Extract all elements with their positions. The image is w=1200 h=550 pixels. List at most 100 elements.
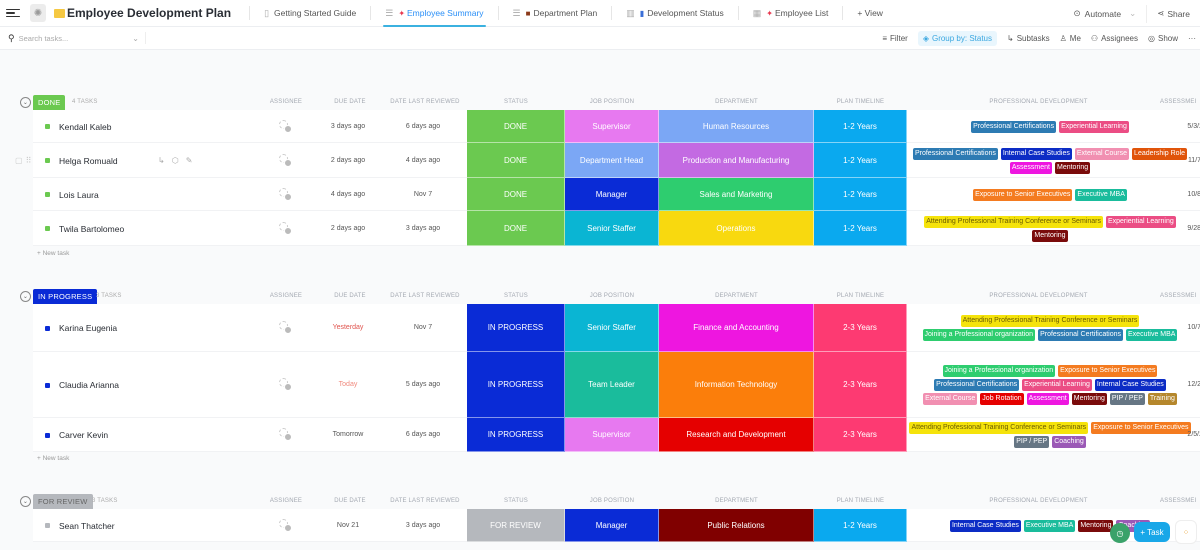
date-last-reviewed[interactable]: 3 days ago [398,225,448,232]
more-options-button[interactable]: ··· [1188,34,1196,43]
assignee-avatar[interactable] [279,518,293,533]
column-header-status[interactable]: STATUS [467,293,565,299]
column-header-plan-timeline[interactable]: PLAN TIMELINE [814,99,907,105]
status-square[interactable] [45,523,50,528]
plan-timeline-cell[interactable]: 1-2 Years [814,178,907,211]
pd-tag[interactable]: Assessment [1009,161,1052,174]
pd-tag[interactable]: Executive MBA [1075,188,1127,201]
department-cell[interactable]: Information Technology [659,352,814,418]
automate-button[interactable]: ⊙ Automate ⌄ [1064,4,1148,23]
due-date[interactable]: 3 days ago [323,123,373,130]
status-square[interactable] [45,226,50,231]
date-last-reviewed[interactable]: 6 days ago [398,431,448,438]
column-header-assignee[interactable]: ASSIGNEE [252,293,320,299]
filter-button[interactable]: ≡ Filter [882,34,907,43]
status-square[interactable] [45,432,50,438]
column-header-due-date[interactable]: DUE DATE [322,293,378,299]
subtask-icon[interactable]: ↳ [158,156,165,165]
assessment-date[interactable]: 11/7/ [1163,157,1200,164]
plan-timeline-cell[interactable]: 1-2 Years [814,143,907,178]
assignee-avatar[interactable] [279,321,293,335]
pd-tag[interactable]: Professional Certifications [934,379,1020,391]
column-header-job-position[interactable]: JOB POSITION [565,498,659,504]
department-cell[interactable]: Public Relations [659,509,814,542]
date-last-reviewed[interactable]: Nov 7 [398,324,448,331]
column-header-plan-timeline[interactable]: PLAN TIMELINE [814,498,907,504]
assignee-avatar[interactable] [279,119,293,134]
professional-development-tags[interactable]: Joining a Professional organization Expos… [907,352,1193,418]
date-last-reviewed[interactable]: 3 days ago [398,522,448,529]
pd-tag[interactable]: Professional Certifications [971,120,1057,133]
pd-tag[interactable]: Experiential Learning [1022,379,1092,391]
new-task-button[interactable]: + New task [37,250,69,257]
column-header-due-date[interactable]: DUE DATE [322,498,378,504]
edit-icon[interactable]: ✎ [186,156,193,165]
space-icon[interactable]: ✺ [30,4,46,22]
status-cell[interactable]: DONE [467,143,565,178]
subtasks-button[interactable]: ↳ Subtasks [1007,34,1050,43]
status-cell[interactable]: FOR REVIEW [467,509,565,542]
assessment-date[interactable]: 2/5/2 [1163,431,1200,438]
me-button[interactable]: ♙ Me [1060,34,1081,43]
column-header-plan-timeline[interactable]: PLAN TIMELINE [814,293,907,299]
date-last-reviewed[interactable]: 6 days ago [398,123,448,130]
tab-getting-started-guide[interactable]: ▯ Getting Started Guide [256,0,364,27]
status-cell[interactable]: IN PROGRESS [467,304,565,352]
professional-development-tags[interactable]: Professional Certifications Internal Case… [907,143,1193,178]
pd-tag[interactable]: External Course [923,393,978,405]
status-square[interactable] [45,124,50,129]
column-header-assignee[interactable]: ASSIGNEE [252,99,320,105]
professional-development-tags[interactable]: Attending Professional Training Conferen… [907,304,1193,352]
assessment-date[interactable]: 10/8/ [1163,191,1200,198]
date-last-reviewed[interactable]: 4 days ago [398,157,448,164]
department-cell[interactable]: Research and Development [659,418,814,452]
assessment-date[interactable]: 10/7/ [1163,324,1200,331]
job-position-cell[interactable]: Senior Staffer [565,211,659,246]
pd-tag[interactable]: Mentoring [1032,229,1068,242]
due-date[interactable]: Tomorrow [323,431,373,438]
assignee-avatar[interactable] [279,221,293,236]
plan-timeline-cell[interactable]: 1-2 Years [814,211,907,246]
table-row[interactable]: Carver Kevin Tomorrow 6 days ago IN PROGRES… [33,418,1200,452]
menu-icon[interactable] [6,8,20,18]
status-square[interactable] [45,325,50,331]
column-header-job-position[interactable]: JOB POSITION [565,293,659,299]
due-date[interactable]: 4 days ago [323,191,373,198]
collapse-toggle[interactable]: ⌄ [20,291,31,302]
pd-tag[interactable]: Exposure to Senior Executives [973,188,1073,201]
job-position-cell[interactable]: Supervisor [565,418,659,452]
pd-tag[interactable]: Mentoring [1054,161,1091,174]
task-name[interactable]: Twila Bartolomeo [59,224,124,234]
column-header-department[interactable]: DEPARTMENT [659,99,814,105]
show-button[interactable]: ◎ Show [1148,34,1178,43]
status-cell[interactable]: DONE [467,211,565,246]
pd-tag[interactable]: Professional Certifications [1038,329,1124,341]
status-cell[interactable]: IN PROGRESS [467,418,565,452]
assignee-avatar[interactable] [279,187,293,202]
task-name[interactable]: Carver Kevin [59,430,108,440]
pd-tag[interactable]: Attending Professional Training Conferen… [924,215,1103,228]
column-header-professional-development[interactable]: PROFESSIONAL DEVELOPMENT [907,293,1170,299]
pd-tag[interactable]: Mentoring [1078,519,1114,532]
tab-department-plan[interactable]: ☰ ■ Department Plan [505,0,606,27]
job-position-cell[interactable]: Manager [565,178,659,211]
pd-tag[interactable]: Exposure to Senior Executives [1058,365,1158,377]
plan-timeline-cell[interactable]: 2-3 Years [814,304,907,352]
date-last-reviewed[interactable]: Nov 7 [398,191,448,198]
collapse-toggle[interactable]: ⌄ [20,496,31,507]
pd-tag[interactable]: Internal Case Studies [1094,379,1166,391]
plan-timeline-cell[interactable]: 2-3 Years [814,352,907,418]
pd-tag[interactable]: Internal Case Studies [949,519,1021,532]
assignee-avatar[interactable] [279,428,293,442]
department-cell[interactable]: Human Resources [659,110,814,143]
pd-tag[interactable]: Assessment [1026,393,1069,405]
department-cell[interactable]: Sales and Marketing [659,178,814,211]
column-header-status[interactable]: STATUS [467,99,565,105]
assignees-button[interactable]: ⚇ Assignees [1091,34,1138,43]
column-header-professional-development[interactable]: PROFESSIONAL DEVELOPMENT [907,99,1170,105]
job-position-cell[interactable]: Department Head [565,143,659,178]
column-header-due-date[interactable]: DUE DATE [322,99,378,105]
job-position-cell[interactable]: Senior Staffer [565,304,659,352]
status-square[interactable] [45,158,50,163]
column-header-date-last-reviewed[interactable]: DATE LAST REVIEWED [390,498,460,504]
